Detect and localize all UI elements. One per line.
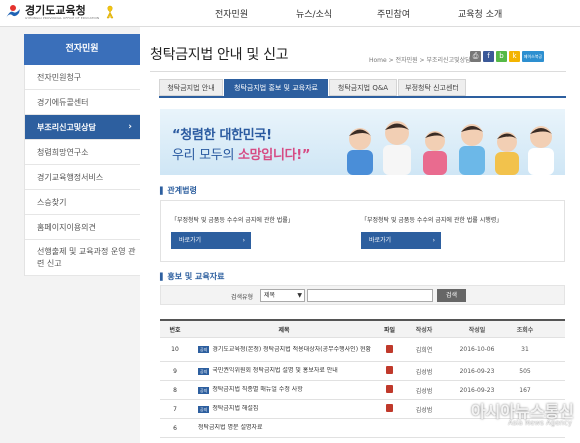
file-icon[interactable] bbox=[386, 404, 393, 412]
file-icon[interactable] bbox=[386, 385, 393, 393]
family-illustration bbox=[347, 121, 554, 175]
file-icon[interactable] bbox=[386, 344, 393, 353]
chevron-right-icon: › bbox=[242, 237, 245, 244]
logo-sub: GYEONGGI PROVINCIAL OFFICE OF EDUCATION bbox=[25, 15, 100, 20]
sidebar-menu: 전자민원청구 경기에듀콜센터 부조리신고및상담 › 청렴희망연구소 경기교육행정서… bbox=[24, 65, 140, 276]
banner-headline: “청렴한 대한민국! bbox=[172, 128, 272, 143]
post-title[interactable]: 경기도교육청(본청) 청탁금지법 적용대상자(공무수행사인) 현황 bbox=[212, 346, 371, 353]
gnb-item-1[interactable]: 전자민원 bbox=[215, 7, 248, 20]
notice-badge: 공지 bbox=[198, 386, 210, 394]
sidebar-item-label: 선행출제 및 교육과정 운영 관련 신고 bbox=[37, 247, 136, 268]
gnb-item-3[interactable]: 주민참여 bbox=[377, 7, 410, 20]
logo[interactable]: 경기도교육청 GYEONGGI PROVINCIAL OFFICE OF EDU… bbox=[4, 3, 114, 21]
print-icon[interactable]: ⎙ bbox=[470, 51, 481, 62]
sidebar-heading: 전자민원 bbox=[24, 34, 140, 65]
section-title-laws: ▌ 관계법령 bbox=[160, 186, 197, 195]
sidebar-item-label: 스승찾기 bbox=[37, 198, 67, 207]
title-divider bbox=[150, 71, 566, 72]
yellow-ribbon-icon bbox=[106, 5, 114, 19]
sidebar-item-admin-service[interactable]: 경기교육행정서비스 bbox=[25, 165, 140, 190]
search-button[interactable]: 검색 bbox=[437, 289, 466, 302]
search-bar: 검색유형 제목 ▼ 검색 bbox=[160, 285, 565, 305]
go-button-2[interactable]: 바로가기 › bbox=[361, 232, 441, 249]
sidebar-item-find-teacher[interactable]: 스승찾기 bbox=[25, 190, 140, 215]
tab-bar: 청탁금지법 안내 청탁금지법 홍보 및 교육자료 청탁금지법 Q&A 부정청탁 … bbox=[159, 79, 467, 96]
post-title[interactable]: 청탁금지법 해설집 bbox=[212, 405, 258, 412]
bullet-icon: ▌ bbox=[160, 187, 166, 195]
notice-badge: 공지 bbox=[198, 346, 210, 353]
sidebar-item-label: 경기교육행정서비스 bbox=[37, 173, 104, 182]
section-title-promo: ▌ 홍보 및 교육자료 bbox=[160, 272, 225, 281]
chevron-right-icon: › bbox=[128, 122, 132, 132]
post-title[interactable]: 국민권익위원회 청탁금지법 설명 및 홍보자료 안내 bbox=[212, 367, 337, 374]
law-name-2: 「부정청탁 및 금품등 수수의 금지에 관한 법률 시행령」 bbox=[361, 217, 503, 224]
sidebar-item-site-feedback[interactable]: 홈페이지이용의견 bbox=[25, 215, 140, 240]
search-type-label: 검색유형 bbox=[231, 294, 254, 301]
sidebar-item-curriculum-report[interactable]: 선행출제 및 교육과정 운영 관련 신고 bbox=[25, 240, 140, 276]
sidebar-item-callcenter[interactable]: 경기에듀콜센터 bbox=[25, 90, 140, 115]
tab-qna[interactable]: 청탁금지법 Q&A bbox=[329, 79, 397, 96]
sidebar-item-label: 부조리신고및상담 bbox=[37, 123, 96, 132]
sidebar-item-integrity-lab[interactable]: 청렴희망연구소 bbox=[25, 140, 140, 165]
go-button-1[interactable]: 바로가기 › bbox=[171, 232, 251, 249]
blog-icon[interactable]: b bbox=[496, 51, 507, 62]
share-icon[interactable]: 페이스북공유 bbox=[522, 51, 544, 70]
table-row[interactable]: 10 공지 경기도교육청(본청) 청탁금지법 적용대상자(공무수행사인) 현황 김… bbox=[160, 338, 565, 362]
sidebar-item-label: 전자민원청구 bbox=[37, 73, 82, 82]
sidebar-item-civil-request[interactable]: 전자민원청구 bbox=[25, 65, 140, 90]
chevron-down-icon: ▼ bbox=[297, 292, 302, 299]
post-title[interactable]: 청탁금지법 명문 설명자료 bbox=[198, 424, 263, 431]
notice-badge: 공지 bbox=[198, 405, 210, 413]
breadcrumb[interactable]: Home > 전자민원 > 부조리신고및상담 bbox=[369, 55, 471, 64]
campaign-banner: “청렴한 대한민국! 우리 모두의 소망입니다!” bbox=[160, 109, 565, 175]
watermark-sub: Asia News Agency bbox=[507, 419, 572, 427]
law-box: 「부정청탁 및 금품등 수수의 금지에 관한 법률」 「부정청탁 및 금품등 수… bbox=[160, 200, 565, 262]
logo-name: 경기도교육청 bbox=[25, 3, 86, 17]
page-title: 청탁금지법 안내 및 신고 bbox=[150, 47, 289, 63]
tab-report-center[interactable]: 부정청탁 신고센터 bbox=[398, 79, 466, 96]
post-title[interactable]: 청탁금지법 직종별 매뉴얼 수정 사항 bbox=[212, 386, 302, 393]
page-tools: ⎙ f b k 페이스북공유 bbox=[470, 51, 544, 70]
notice-badge: 공지 bbox=[198, 367, 210, 375]
law-name-1: 「부정청탁 및 금품등 수수의 금지에 관한 법률」 bbox=[171, 217, 294, 224]
facebook-icon[interactable]: f bbox=[483, 51, 494, 62]
file-icon[interactable] bbox=[386, 366, 393, 374]
tab-law-guide[interactable]: 청탁금지법 안내 bbox=[159, 79, 223, 96]
table-header: 번호 제목 파일 작성자 작성일 조회수 bbox=[160, 321, 565, 338]
sidebar-item-label: 경기에듀콜센터 bbox=[37, 98, 89, 107]
gnb-item-4[interactable]: 교육청 소개 bbox=[458, 7, 502, 20]
tab-promo-materials[interactable]: 청탁금지법 홍보 및 교육자료 bbox=[224, 79, 328, 96]
gnb-item-2[interactable]: 뉴스/소식 bbox=[296, 7, 332, 20]
search-type-select[interactable]: 제목 ▼ bbox=[260, 289, 305, 302]
chevron-right-icon: › bbox=[432, 237, 435, 244]
sidebar-item-label: 홈페이지이용의견 bbox=[37, 223, 96, 232]
top-header: 경기도교육청 GYEONGGI PROVINCIAL OFFICE OF EDU… bbox=[0, 0, 580, 27]
search-input[interactable] bbox=[307, 289, 433, 302]
tab-underline bbox=[159, 96, 566, 98]
banner-subline: 우리 모두의 소망입니다!” bbox=[172, 148, 311, 163]
bullet-icon: ▌ bbox=[160, 273, 166, 281]
logo-icon bbox=[4, 3, 22, 21]
kakaostory-icon[interactable]: k bbox=[509, 51, 520, 62]
sidebar-item-label: 청렴희망연구소 bbox=[37, 148, 89, 157]
table-row[interactable]: 9 공지 국민권익위원회 청탁금지법 설명 및 홍보자료 안내 김성범 2016-… bbox=[160, 362, 565, 381]
news-watermark: 아시아뉴스통신 Asia News Agency bbox=[394, 392, 580, 443]
sidebar-item-corruption-report[interactable]: 부조리신고및상담 › bbox=[25, 115, 140, 140]
